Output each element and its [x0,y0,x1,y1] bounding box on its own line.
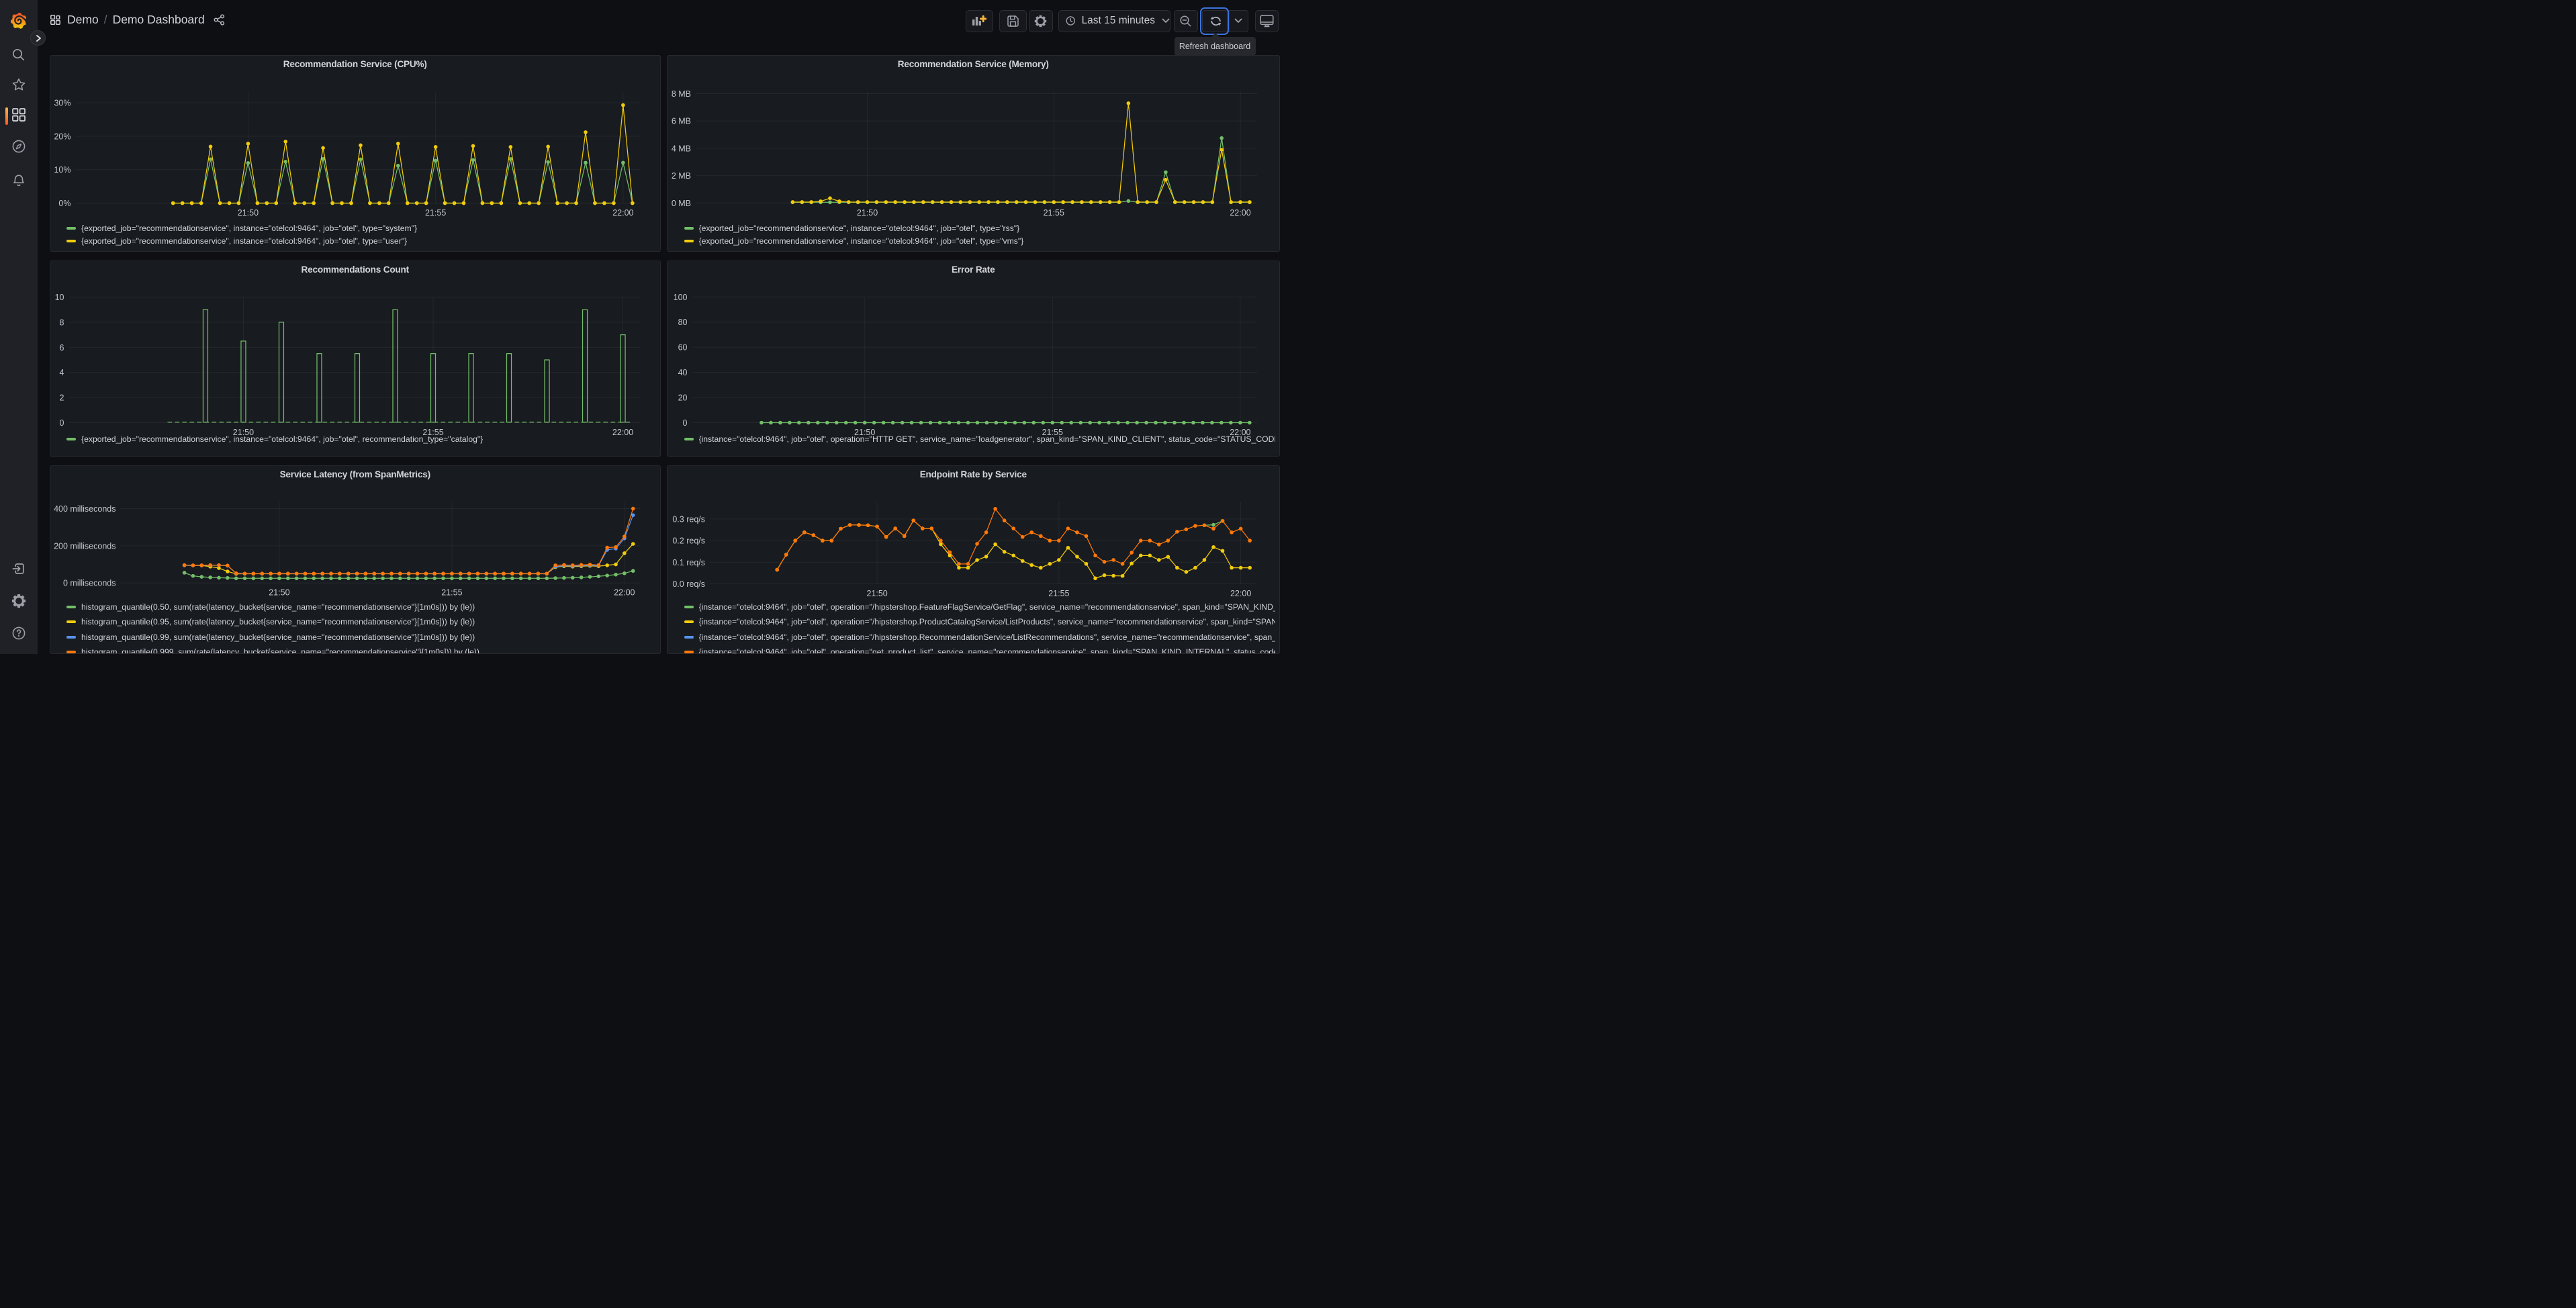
svg-text:21:55: 21:55 [424,208,445,218]
svg-text:0: 0 [59,418,64,428]
svg-text:0: 0 [683,418,688,428]
svg-text:21:50: 21:50 [269,588,289,597]
svg-text:21:55: 21:55 [1048,589,1069,598]
svg-text:0.1 req/s: 0.1 req/s [672,557,705,567]
svg-text:2: 2 [59,393,64,402]
svg-text:0 milliseconds: 0 milliseconds [62,578,116,588]
svg-text:21:55: 21:55 [441,588,462,597]
svg-text:21:55: 21:55 [1044,208,1064,218]
svg-text:8 MB: 8 MB [672,89,691,99]
svg-text:80: 80 [678,318,688,327]
svg-text:21:50: 21:50 [866,589,887,598]
svg-text:2 MB: 2 MB [672,171,691,181]
svg-text:0 MB: 0 MB [672,199,691,208]
svg-text:22:00: 22:00 [1230,589,1251,598]
svg-text:40: 40 [678,368,688,377]
svg-text:10: 10 [54,293,64,302]
svg-text:6 MB: 6 MB [672,117,691,126]
svg-text:0%: 0% [58,199,71,208]
svg-text:0.0 req/s: 0.0 req/s [672,579,705,589]
svg-text:4 MB: 4 MB [672,144,691,153]
svg-text:21:50: 21:50 [237,208,258,218]
svg-text:8: 8 [59,318,64,327]
svg-text:0.3 req/s: 0.3 req/s [672,514,705,524]
svg-text:20%: 20% [54,132,71,141]
svg-text:10%: 10% [54,165,71,175]
svg-text:22:00: 22:00 [612,208,633,218]
svg-text:0.2 req/s: 0.2 req/s [672,536,705,545]
svg-text:22:00: 22:00 [614,588,635,597]
svg-text:30%: 30% [54,99,71,108]
svg-text:200 milliseconds: 200 milliseconds [54,541,116,551]
svg-text:4: 4 [59,368,64,377]
svg-text:21:50: 21:50 [857,208,878,218]
svg-text:20: 20 [678,393,688,402]
svg-text:60: 60 [678,342,688,352]
svg-text:100: 100 [674,292,688,301]
svg-text:400 milliseconds: 400 milliseconds [54,504,116,513]
svg-text:22:00: 22:00 [1230,208,1250,218]
svg-text:6: 6 [59,342,64,352]
